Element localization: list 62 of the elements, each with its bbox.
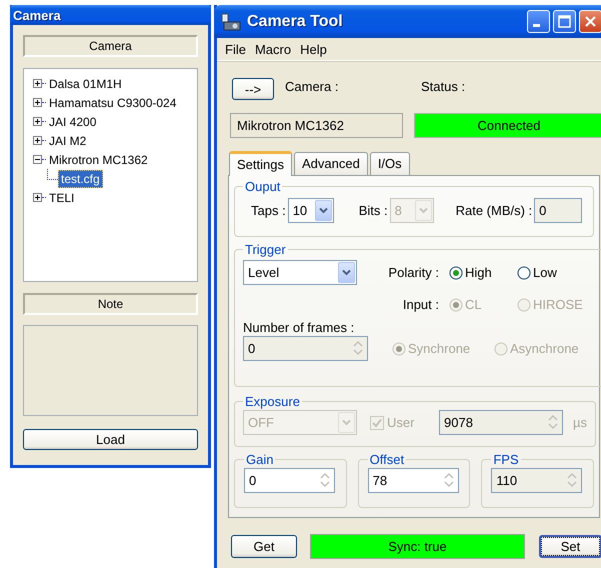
tree-item[interactable]: TELI — [46, 188, 78, 206]
group-title: FPS — [492, 452, 520, 467]
radio-button[interactable]: Low — [517, 265, 585, 280]
tree-item[interactable]: JAI M2 — [46, 132, 90, 150]
sync-indicator: Sync: true — [310, 534, 525, 559]
group-title: Ouput — [244, 179, 282, 194]
tree-item[interactable]: Hamamatsu C9300-024 — [46, 94, 180, 112]
menu-item[interactable]: Macro — [252, 42, 298, 56]
field-label: Taps : — [251, 203, 286, 218]
camera-label: Camera : — [285, 79, 340, 94]
set-button[interactable]: Set — [539, 535, 601, 558]
status-label: Status : — [421, 79, 466, 94]
field-label: Number of frames : — [243, 320, 356, 335]
note-field[interactable] — [23, 325, 198, 416]
expand-icon[interactable] — [33, 193, 42, 202]
tree-item[interactable]: test.cfg — [58, 170, 103, 188]
group-title: Exposure — [244, 394, 301, 409]
arrow-button[interactable]: --> — [232, 78, 274, 100]
expand-icon[interactable] — [33, 136, 42, 145]
expand-icon[interactable] — [33, 79, 42, 88]
status-indicator: Connected — [414, 113, 601, 138]
spin-box[interactable]: 78 — [368, 468, 459, 493]
camera-icon — [221, 12, 241, 30]
group-title: Gain — [245, 452, 274, 467]
field-label: Input : — [402, 297, 440, 312]
get-button[interactable]: Get — [231, 535, 297, 558]
expand-icon[interactable] — [33, 98, 42, 107]
close-button[interactable] — [579, 10, 601, 33]
menu-item[interactable]: File — [222, 42, 252, 56]
tree-item[interactable]: Mikrotron MC1362 — [46, 150, 151, 168]
menu-item[interactable]: Help — [297, 42, 333, 56]
field-label: Polarity : — [387, 265, 440, 280]
text-field[interactable]: 0 — [534, 198, 582, 223]
window-title: Camera — [13, 8, 61, 22]
load-button[interactable]: Load — [23, 429, 198, 450]
expand-icon[interactable] — [33, 117, 42, 126]
group-title: Offset — [368, 452, 406, 467]
collapse-icon[interactable] — [33, 155, 42, 164]
tree-item[interactable]: JAI 4200 — [46, 112, 100, 130]
unit-label: µs — [573, 415, 587, 430]
tab[interactable]: Advanced — [294, 152, 368, 175]
field-label: Rate (MB/s) : — [456, 203, 532, 218]
minimize-button[interactable] — [527, 10, 550, 33]
tree-view[interactable]: Dalsa 01M1H Hamamatsu C9300-024 JAI 4200 JAI M2 Mikrotron MC1362 test.cfg TELI — [23, 68, 198, 282]
camera-name-field: Mikrotron MC1362 — [230, 113, 403, 138]
tab[interactable]: Settings — [229, 151, 292, 176]
group-title: Trigger — [244, 242, 287, 257]
spin-box[interactable]: 9078 — [439, 410, 563, 435]
radio-button[interactable]: High — [449, 265, 517, 280]
window-title: Camera Tool — [247, 12, 343, 30]
minimize-icon — [533, 24, 540, 27]
spin-box[interactable]: 110 — [491, 468, 582, 493]
spin-box[interactable]: 0 — [244, 468, 335, 493]
tree-item[interactable]: Dalsa 01M1H — [46, 74, 125, 92]
combo-box[interactable]: 10 — [288, 198, 334, 223]
spin-box[interactable]: 0 — [243, 336, 368, 361]
section-header: Note — [23, 293, 198, 315]
tab[interactable]: I/Os — [370, 152, 410, 175]
maximize-button[interactable] — [553, 10, 576, 33]
combo-box[interactable]: Level — [243, 260, 357, 285]
section-header: Camera — [23, 35, 198, 57]
field-label: Bits : — [358, 203, 388, 218]
